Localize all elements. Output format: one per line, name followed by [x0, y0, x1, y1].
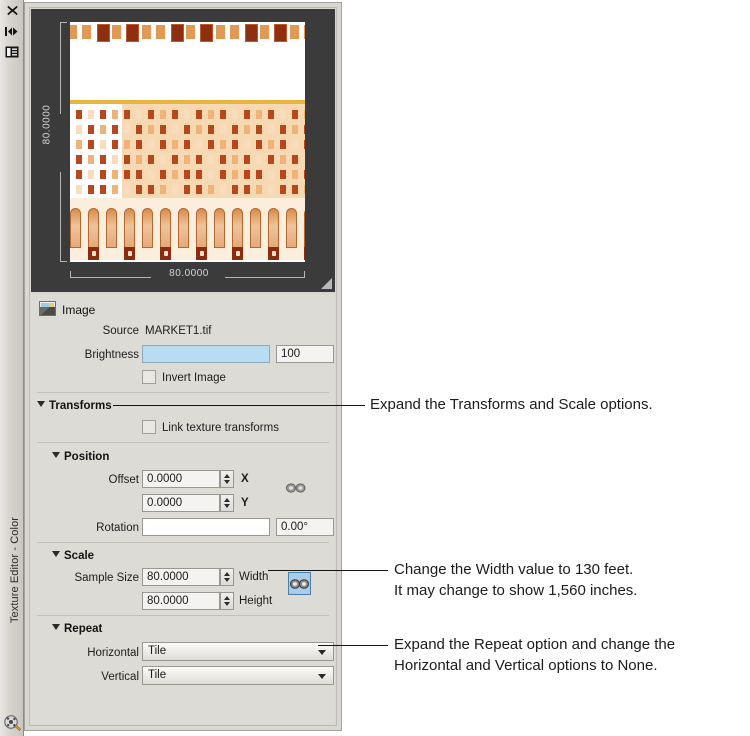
invert-image-checkbox[interactable] — [142, 370, 156, 384]
texture-preview[interactable]: 80.0000 80.0000 — [31, 9, 335, 292]
scale-height-stepper[interactable] — [220, 592, 234, 610]
preview-width-label: 80.0000 — [169, 268, 209, 279]
repeat-vertical-value: Tile — [148, 669, 167, 681]
texture-band-top — [70, 22, 305, 44]
chevron-down-icon — [52, 624, 60, 630]
invert-image-label: Invert Image — [162, 372, 226, 384]
repeat-horizontal-value: Tile — [148, 645, 167, 657]
annotation-repeat: Expand the Repeat option and change the … — [394, 636, 676, 674]
scale-height-label: Height — [239, 595, 273, 607]
brightness-slider[interactable] — [142, 345, 270, 363]
link-texture-transforms-label: Link texture transforms — [162, 422, 279, 434]
chevron-down-icon — [318, 650, 326, 655]
offset-label: Offset — [108, 474, 139, 486]
texture-tiles — [70, 22, 305, 262]
repeat-vertical-label: Vertical — [101, 671, 139, 683]
texture-band-arcade — [70, 198, 305, 260]
image-icon — [39, 301, 56, 316]
repeat-horizontal-label: Horizontal — [87, 647, 139, 659]
screenshot-root: Texture Editor - Color 80.0000 80.0000 I… — [0, 0, 750, 736]
chevron-down-icon — [37, 401, 45, 407]
transforms-title: Transforms — [49, 400, 112, 412]
source-value: MARKET1.tif — [145, 325, 212, 337]
chevron-down-icon — [52, 452, 60, 458]
chevron-down-icon — [52, 551, 60, 557]
scale-chain-link-button[interactable] — [288, 572, 311, 595]
divider-position — [37, 542, 329, 543]
brightness-label: Brightness — [84, 349, 139, 361]
divider-scale — [37, 615, 329, 616]
close-icon[interactable] — [3, 2, 21, 18]
sample-size-label: Sample Size — [74, 572, 139, 584]
scale-width-field[interactable]: 80.0000 — [142, 568, 220, 586]
offset-x-field[interactable]: 0.0000 — [142, 470, 220, 488]
texture-editor-title-bar: Texture Editor - Color — [0, 0, 24, 736]
divider-image — [37, 392, 329, 393]
offset-x-axis-label: X — [241, 473, 249, 485]
facade-window-grid — [70, 100, 305, 198]
position-section-header[interactable]: Position — [52, 449, 109, 465]
brightness-value-field[interactable]: 100 — [276, 345, 334, 363]
rotation-field[interactable] — [142, 518, 270, 536]
offset-y-field[interactable]: 0.0000 — [142, 494, 220, 512]
texture-editor-icon[interactable] — [3, 713, 21, 731]
preview-height-ruler-gap — [57, 114, 70, 172]
leader-line-repeat — [318, 645, 388, 646]
transforms-section-header[interactable]: Transforms — [37, 398, 112, 414]
resize-grip[interactable] — [321, 278, 332, 289]
offset-y-stepper[interactable] — [220, 494, 234, 512]
annotation-width: Change the Width value to 130 feet. It m… — [394, 561, 638, 599]
chevron-down-icon — [318, 674, 326, 679]
divider-transforms — [37, 442, 329, 443]
scale-width-stepper[interactable] — [220, 568, 234, 586]
position-title: Position — [64, 451, 110, 463]
leader-line-width — [268, 570, 388, 571]
link-texture-transforms-checkbox[interactable] — [142, 420, 156, 434]
repeat-section-header[interactable]: Repeat — [52, 621, 102, 637]
offset-y-axis-label: Y — [241, 497, 249, 509]
texture-preview-image — [70, 22, 305, 262]
preview-height-label: 80.0000 — [41, 104, 53, 145]
texture-band-facade — [70, 100, 305, 198]
rotation-label: Rotation — [96, 522, 139, 534]
scale-height-field[interactable]: 80.0000 — [142, 592, 220, 610]
panel-menu-icon[interactable] — [3, 44, 21, 60]
scale-section-header[interactable]: Scale — [52, 548, 94, 564]
rotation-unit-field: 0.00° — [276, 518, 334, 536]
leader-line-transforms — [113, 405, 365, 406]
scale-title: Scale — [64, 550, 95, 562]
source-label: Source — [102, 325, 139, 337]
annotation-transforms: Expand the Transforms and Scale options. — [370, 396, 653, 413]
position-chain-link-icon[interactable] — [286, 483, 306, 493]
offset-x-stepper[interactable] — [220, 470, 234, 488]
image-section-title: Image — [62, 303, 96, 317]
repeat-vertical-select[interactable]: Tile — [142, 666, 334, 685]
auto-hide-icon[interactable] — [3, 23, 21, 39]
title-bar-icon-group — [0, 2, 24, 60]
texture-properties-controls: Image Source MARKET1.tif Brightness 100 … — [31, 294, 335, 724]
repeat-title: Repeat — [64, 623, 103, 635]
repeat-horizontal-select[interactable]: Tile — [142, 642, 334, 661]
